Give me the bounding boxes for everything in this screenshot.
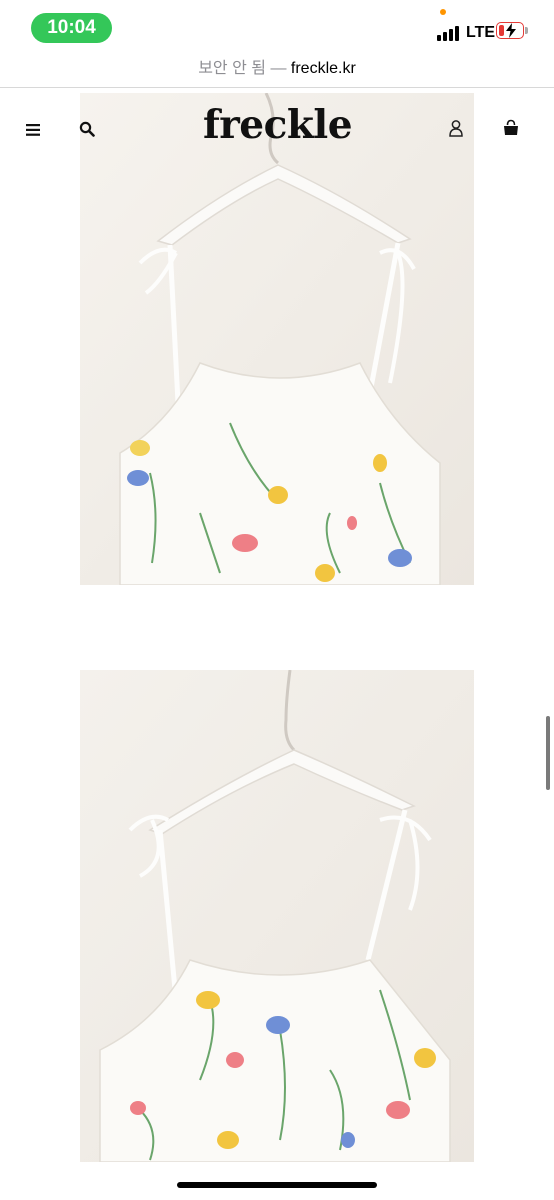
url-domain: freckle.kr	[290, 60, 356, 77]
cart-icon[interactable]	[502, 119, 520, 137]
security-label: 보안 안 됨	[198, 60, 266, 77]
product-image-back[interactable]	[80, 670, 474, 1162]
menu-icon[interactable]	[26, 123, 42, 137]
status-bar: 10:04 LTE	[0, 0, 554, 52]
battery-cap	[525, 27, 528, 34]
battery-icon	[496, 22, 524, 39]
search-icon[interactable]	[79, 121, 95, 137]
product-image-front[interactable]	[80, 93, 474, 585]
url-separator: —	[270, 60, 287, 77]
network-label: LTE	[466, 24, 496, 41]
status-time: 10:04	[31, 13, 112, 43]
toolbar-divider	[0, 87, 554, 88]
address-bar[interactable]: 보안 안 됨 — freckle.kr	[0, 54, 554, 82]
account-icon[interactable]	[447, 119, 465, 137]
mic-indicator-dot	[440, 9, 446, 15]
signal-icon	[437, 24, 463, 41]
site-logo[interactable]: freckle	[190, 102, 365, 148]
scrollbar[interactable]	[546, 716, 550, 790]
home-indicator[interactable]	[177, 1182, 377, 1188]
